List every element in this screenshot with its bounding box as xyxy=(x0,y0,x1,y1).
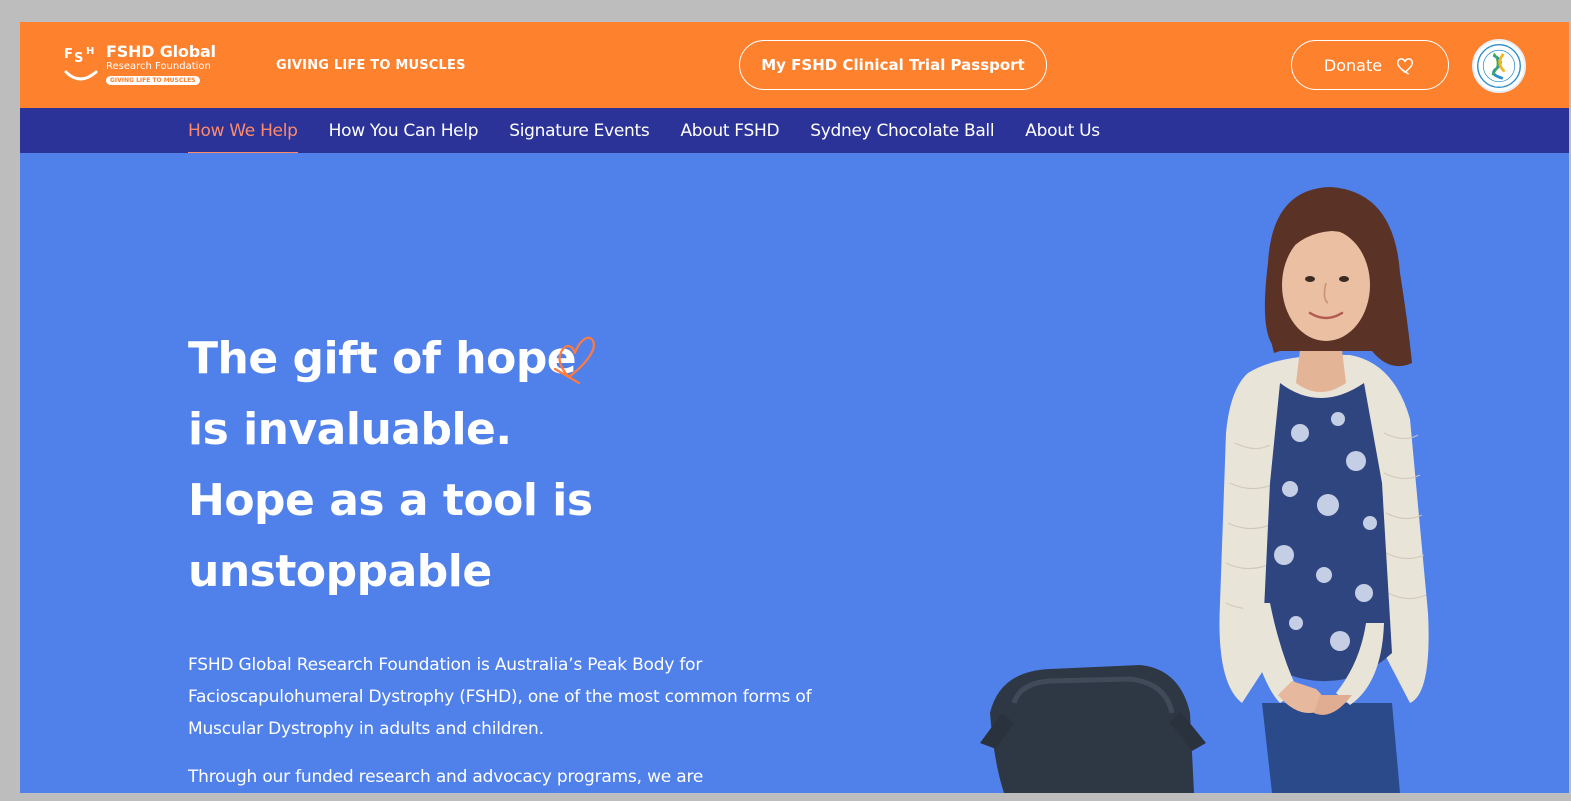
logo-subname: Research Foundation xyxy=(106,61,211,72)
hero-second-paragraph: Through our funded research and advocacy… xyxy=(188,767,704,787)
logo-name: FSHD Global xyxy=(106,42,216,61)
passport-button-label: My FSHD Clinical Trial Passport xyxy=(761,56,1025,74)
hero-heading-line-3: Hope as a tool is xyxy=(188,475,593,526)
site-logo[interactable]: F S H FSHD Global Research Foundation GI… xyxy=(62,40,222,90)
donate-button[interactable]: Donate xyxy=(1291,40,1449,90)
hero-heading-line-2: is invaluable. xyxy=(188,404,512,455)
main-nav: How We Help How You Can Help Signature E… xyxy=(20,108,1569,155)
hero-intro-paragraph: FSHD Global Research Foundation is Austr… xyxy=(188,655,812,739)
hero-section: The gift of hope is invaluable. Hope as … xyxy=(20,153,1569,793)
nav-item-how-we-help[interactable]: How We Help xyxy=(188,121,298,155)
svg-text:S: S xyxy=(74,51,83,66)
svg-text:F: F xyxy=(64,47,73,62)
nav-item-how-you-can-help[interactable]: How You Can Help xyxy=(329,121,479,141)
donate-button-label: Donate xyxy=(1323,55,1383,75)
nav-item-sydney-chocolate-ball[interactable]: Sydney Chocolate Ball xyxy=(810,121,994,141)
charity-badge-graphic xyxy=(1477,44,1521,88)
woman-standing-illustration xyxy=(980,187,1429,793)
header-tagline: GIVING LIFE TO MUSCLES xyxy=(276,58,466,73)
page-viewport: F S H FSHD Global Research Foundation GI… xyxy=(20,22,1569,793)
heart-outline-icon xyxy=(1397,58,1414,75)
heart-scribble-icon xyxy=(553,336,595,385)
hero-photo xyxy=(980,183,1450,793)
hero-heading: The gift of hope is invaluable. Hope as … xyxy=(188,323,828,607)
registered-charity-badge-icon[interactable] xyxy=(1472,39,1526,93)
nav-list: How We Help How You Can Help Signature E… xyxy=(188,108,1100,155)
site-header: F S H FSHD Global Research Foundation GI… xyxy=(20,22,1569,108)
nav-item-signature-events[interactable]: Signature Events xyxy=(509,121,649,141)
logo-tag: GIVING LIFE TO MUSCLES xyxy=(106,76,200,85)
hero-heading-line-1: The gift of hope xyxy=(188,333,577,384)
hero-heading-line-4: unstoppable xyxy=(188,546,492,597)
nav-item-about-fshd[interactable]: About FSHD xyxy=(680,121,779,141)
nav-item-about-us[interactable]: About Us xyxy=(1025,121,1100,141)
fshd-logo-icon: F S H xyxy=(64,46,98,81)
clinical-trial-passport-button[interactable]: My FSHD Clinical Trial Passport xyxy=(739,40,1047,90)
svg-text:H: H xyxy=(86,46,94,57)
